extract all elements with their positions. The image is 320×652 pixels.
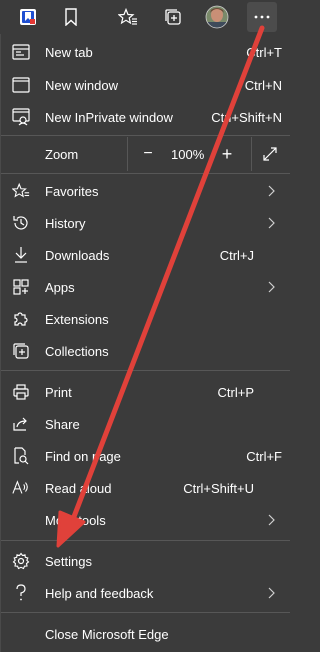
menu-item-find-on-page[interactable]: Find on page Ctrl+F [1, 440, 290, 472]
new-window-icon [12, 76, 30, 94]
collections-icon [12, 342, 30, 360]
menu-separator [1, 135, 290, 136]
more-options-icon[interactable] [247, 2, 277, 32]
apps-icon [12, 278, 30, 296]
menu-item-read-aloud[interactable]: Read aloud Ctrl+Shift+U [1, 472, 290, 504]
menu-item-collections[interactable]: Collections [1, 335, 290, 367]
shortcut-text: Ctrl+Shift+U [183, 481, 254, 496]
fullscreen-icon[interactable] [259, 143, 281, 165]
printer-icon [12, 383, 30, 401]
menu-item-label: New InPrivate window [45, 110, 173, 125]
browser-toolbar [0, 0, 289, 34]
puzzle-icon [12, 310, 30, 328]
gear-icon [12, 552, 30, 570]
chevron-right-icon [268, 281, 275, 293]
menu-item-help[interactable]: Help and feedback [1, 577, 290, 609]
menu-item-downloads[interactable]: Downloads Ctrl+J [1, 239, 290, 271]
menu-item-label: Settings [45, 554, 92, 569]
browser-settings-menu: New tab Ctrl+T New window Ctrl+N New InP… [0, 34, 290, 652]
chevron-right-icon [268, 217, 275, 229]
chevron-right-icon [268, 185, 275, 197]
menu-item-label: New window [45, 78, 118, 93]
zoom-divider [251, 137, 252, 171]
menu-item-label: Extensions [45, 312, 109, 327]
menu-item-extensions[interactable]: Extensions [1, 303, 290, 335]
shortcut-text: Ctrl+P [217, 385, 254, 400]
menu-item-close-edge[interactable]: Close Microsoft Edge [1, 618, 290, 650]
menu-item-label: Apps [45, 280, 75, 295]
menu-item-favorites[interactable]: Favorites [1, 175, 290, 207]
bookmark-icon[interactable] [56, 2, 86, 32]
find-on-page-icon [12, 447, 30, 465]
zoom-control-row: Zoom − 100% + [1, 137, 290, 171]
shortcut-text: Ctrl+Shift+N [211, 110, 282, 125]
menu-item-label: Print [45, 385, 72, 400]
menu-item-label: Share [45, 417, 80, 432]
menu-item-share[interactable]: Share [1, 408, 290, 440]
zoom-label: Zoom [45, 147, 79, 162]
menu-item-print[interactable]: Print Ctrl+P [1, 376, 290, 408]
menu-item-label: More tools [45, 513, 106, 528]
profile-avatar[interactable] [202, 2, 232, 32]
zoom-in-button[interactable]: + [217, 143, 237, 165]
share-icon [12, 415, 30, 433]
shortcut-text: Ctrl+T [246, 45, 282, 60]
menu-item-label: Favorites [45, 184, 99, 199]
menu-item-apps[interactable]: Apps [1, 271, 290, 303]
zoom-out-label: − [143, 145, 153, 162]
chevron-right-icon [268, 587, 275, 599]
zoom-in-label: + [221, 143, 233, 164]
zoom-out-button[interactable]: − [138, 143, 158, 165]
chevron-right-icon [268, 514, 275, 526]
menu-item-label: Collections [45, 344, 109, 359]
app-logo-icon[interactable] [13, 2, 43, 32]
menu-item-label: New tab [45, 45, 93, 60]
menu-item-label: Downloads [45, 248, 110, 263]
menu-separator [1, 612, 290, 613]
menu-item-new-window[interactable]: New window Ctrl+N [1, 69, 290, 101]
menu-item-settings[interactable]: Settings [1, 545, 290, 577]
menu-item-label: Read aloud [45, 481, 112, 496]
zoom-divider [127, 137, 128, 171]
menu-item-label: Close Microsoft Edge [45, 627, 169, 642]
question-mark-icon [12, 584, 30, 602]
shortcut-text: Ctrl+N [244, 78, 282, 93]
menu-item-label: Find on page [45, 449, 121, 464]
menu-item-history[interactable]: History [1, 207, 290, 239]
menu-separator [1, 173, 290, 174]
favorites-icon [12, 182, 30, 200]
download-icon [12, 246, 30, 264]
read-aloud-icon [12, 479, 30, 497]
shortcut-text: Ctrl+J [219, 248, 254, 263]
menu-item-new-inprivate[interactable]: New InPrivate window Ctrl+Shift+N [1, 101, 290, 133]
zoom-level-value: 100% [171, 147, 205, 162]
menu-item-new-tab[interactable]: New tab Ctrl+T [1, 36, 290, 68]
new-tab-icon [12, 43, 30, 61]
menu-separator [1, 540, 290, 541]
favorites-star-icon[interactable] [113, 2, 143, 32]
shortcut-text: Ctrl+F [246, 449, 282, 464]
menu-separator [1, 370, 290, 371]
collections-icon[interactable] [158, 2, 188, 32]
inprivate-icon [12, 108, 30, 126]
menu-item-label: History [45, 216, 86, 231]
menu-item-label: Help and feedback [45, 586, 154, 601]
history-icon [12, 214, 30, 232]
menu-item-more-tools[interactable]: More tools [1, 504, 290, 536]
